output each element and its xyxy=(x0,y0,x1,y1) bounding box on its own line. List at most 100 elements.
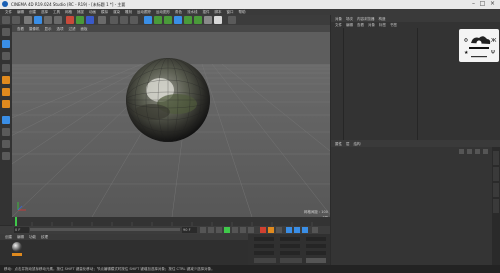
snap-icon[interactable] xyxy=(2,140,10,148)
next-key-icon[interactable] xyxy=(240,227,246,233)
play-icon[interactable] xyxy=(224,227,230,233)
close-icon[interactable]: × xyxy=(489,1,496,7)
3d-viewport[interactable] xyxy=(12,32,330,217)
previous-key-icon[interactable] xyxy=(208,227,214,233)
current-frame-field[interactable]: 0 F xyxy=(14,227,29,233)
subdivision-surface-icon[interactable] xyxy=(164,16,172,24)
rotation-b-field[interactable] xyxy=(306,251,326,255)
svg-text:Φ: Φ xyxy=(464,38,468,44)
tab-structure-attr[interactable]: 结构 xyxy=(354,142,361,147)
go-to-end-icon[interactable] xyxy=(248,227,254,233)
material-swatch[interactable] xyxy=(12,242,22,252)
tab-takes[interactable]: 场次 xyxy=(346,17,353,22)
timeline-ruler[interactable] xyxy=(12,217,330,226)
lock-workplane-icon[interactable] xyxy=(2,152,10,160)
viewport-scene xyxy=(12,32,330,217)
position-z-field[interactable] xyxy=(254,251,274,255)
axis-mode-icon[interactable] xyxy=(2,116,10,124)
workplane-mode-icon[interactable] xyxy=(2,64,10,72)
scale-tool-icon[interactable] xyxy=(44,16,52,24)
material-manager[interactable] xyxy=(0,240,248,265)
pen-spline-icon[interactable] xyxy=(154,16,162,24)
edges-mode-icon[interactable] xyxy=(2,88,10,96)
maximize-icon[interactable]: □ xyxy=(479,1,486,7)
previous-frame-icon[interactable] xyxy=(216,227,222,233)
end-frame-field[interactable]: 90 F xyxy=(182,227,197,233)
deformer-icon[interactable] xyxy=(184,16,192,24)
render-view-icon[interactable] xyxy=(110,16,118,24)
viewport-menu-item[interactable]: 查看 xyxy=(17,27,24,32)
render-to-picture-viewer-icon[interactable] xyxy=(120,16,128,24)
render-settings-icon[interactable] xyxy=(130,16,138,24)
tab-layers[interactable]: 层 xyxy=(346,142,350,147)
position-key-icon[interactable] xyxy=(286,227,292,233)
attributes-tabs: 属性层结构 xyxy=(331,140,500,147)
make-editable-icon[interactable] xyxy=(2,28,10,36)
floor-object-icon[interactable] xyxy=(194,16,202,24)
side-tab-objects[interactable] xyxy=(493,151,499,165)
undo-icon[interactable] xyxy=(2,16,10,24)
light-icon[interactable] xyxy=(214,16,222,24)
polygons-mode-icon[interactable] xyxy=(2,100,10,108)
tab-objects[interactable]: 对象 xyxy=(335,17,342,22)
position-x-field[interactable] xyxy=(254,237,274,241)
tab-structure[interactable]: 构造 xyxy=(379,17,386,22)
live-selection-icon[interactable] xyxy=(24,16,32,24)
y-axis-icon[interactable] xyxy=(76,16,84,24)
attr-back-icon[interactable] xyxy=(459,149,464,154)
z-axis-icon[interactable] xyxy=(86,16,94,24)
app-logo-icon xyxy=(2,1,8,7)
attr-search-icon[interactable] xyxy=(475,149,480,154)
window-title: CINEMA 4D R19.024 Studio (RC - R19) - [未… xyxy=(11,2,126,7)
viewport-menu-item[interactable]: 选项 xyxy=(57,27,64,32)
status-text: 移动：点击并拖动鼠标移动元素。按住 SHIFT 键量化移动；节点编辑模式时按住 … xyxy=(4,267,215,271)
texture-mode-icon[interactable] xyxy=(2,52,10,60)
viewport-menu-item[interactable]: 过滤 xyxy=(69,27,76,32)
size-y-field[interactable] xyxy=(280,244,300,248)
cube-object-icon[interactable] xyxy=(144,16,152,24)
coordinate-mode-dropdown[interactable] xyxy=(254,258,276,263)
record-icon[interactable] xyxy=(260,227,266,233)
size-z-field[interactable] xyxy=(280,251,300,255)
tweak-mode-icon[interactable] xyxy=(2,128,10,136)
attributes-panel[interactable] xyxy=(331,147,492,265)
x-axis-icon[interactable] xyxy=(66,16,74,24)
brand-logo-badge: Φ Ж ★ Ψ xyxy=(459,29,499,62)
minimize-icon[interactable]: – xyxy=(470,1,477,7)
side-tab-content[interactable] xyxy=(493,167,499,181)
viewport-menu-item[interactable]: 面板 xyxy=(81,27,88,32)
array-icon[interactable] xyxy=(174,16,182,24)
move-tool-icon[interactable] xyxy=(34,16,42,24)
rotation-h-field[interactable] xyxy=(306,237,326,241)
viewport-menu-item[interactable]: 摄像机 xyxy=(29,27,40,32)
side-tab-layers[interactable] xyxy=(493,199,499,213)
scale-key-icon[interactable] xyxy=(294,227,300,233)
timeline-ticks xyxy=(15,217,313,226)
coordinate-system-icon[interactable] xyxy=(98,16,106,24)
apply-button[interactable] xyxy=(306,258,326,263)
camera-icon[interactable] xyxy=(204,16,212,24)
tab-content-browser[interactable]: 内容浏览器 xyxy=(357,17,375,22)
points-mode-icon[interactable] xyxy=(2,76,10,84)
preview-range-slider[interactable] xyxy=(30,228,180,231)
autokey-icon[interactable] xyxy=(268,227,274,233)
attr-forward-icon[interactable] xyxy=(467,149,472,154)
side-tab-attributes[interactable] xyxy=(493,183,499,197)
status-bar: 移动：点击并拖动鼠标移动元素。按住 SHIFT 键量化移动；节点编辑模式时按住 … xyxy=(0,265,500,273)
viewport-menu-item[interactable]: 显示 xyxy=(45,27,52,32)
next-frame-icon[interactable] xyxy=(232,227,238,233)
position-y-field[interactable] xyxy=(254,244,274,248)
rotation-p-field[interactable] xyxy=(306,244,326,248)
size-mode-dropdown[interactable] xyxy=(280,258,302,263)
size-x-field[interactable] xyxy=(280,237,300,241)
model-mode-icon[interactable] xyxy=(2,40,10,48)
timeline-menu-icon[interactable] xyxy=(312,227,318,233)
attr-lock-icon[interactable] xyxy=(483,149,488,154)
workplane-icon[interactable] xyxy=(228,16,236,24)
keyframe-selection-icon[interactable] xyxy=(276,227,282,233)
go-to-start-icon[interactable] xyxy=(200,227,206,233)
rotate-tool-icon[interactable] xyxy=(54,16,62,24)
tab-attributes[interactable]: 属性 xyxy=(335,142,342,147)
rotation-key-icon[interactable] xyxy=(302,227,308,233)
redo-icon[interactable] xyxy=(12,16,20,24)
